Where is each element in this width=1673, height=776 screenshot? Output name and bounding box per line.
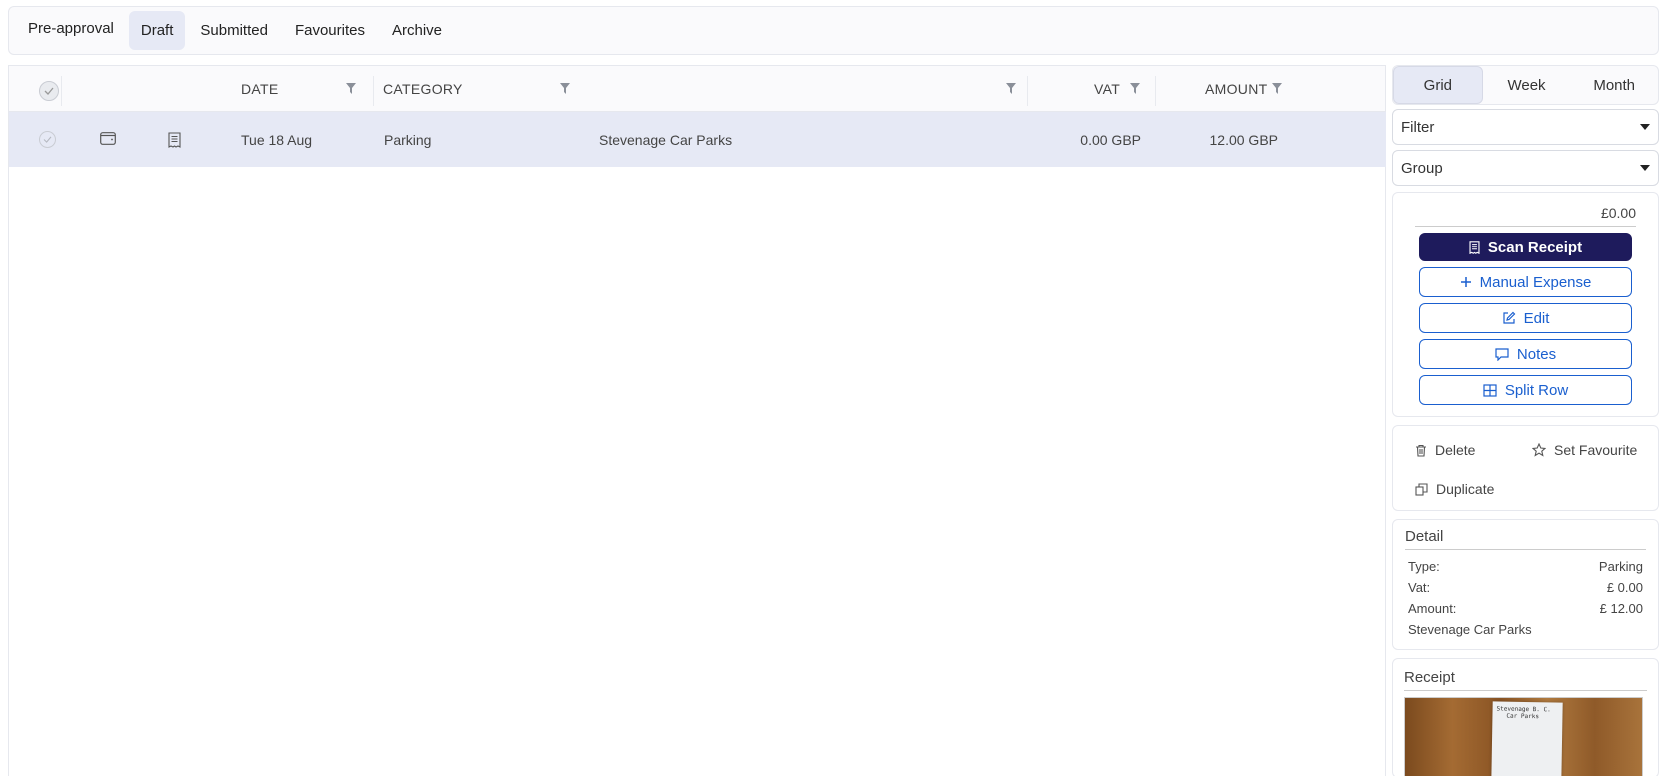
column-header-amount[interactable]: AMOUNT [1205, 66, 1267, 112]
chevron-down-icon [1640, 124, 1650, 130]
tab-draft[interactable]: Draft [128, 11, 186, 50]
cell-category: Parking [384, 131, 432, 148]
set-favourite-label: Set Favourite [1554, 442, 1638, 458]
cell-description: Stevenage Car Parks [599, 131, 733, 148]
column-header-date[interactable]: DATE [241, 66, 279, 112]
delete-button[interactable]: Delete [1415, 442, 1475, 458]
detail-description-row: Stevenage Car Parks [1405, 619, 1646, 640]
edit-icon [1502, 311, 1515, 324]
total-amount: £0.00 [1415, 205, 1636, 227]
detail-vat-row: Vat: £ 0.00 [1405, 577, 1646, 598]
check-icon [43, 136, 52, 143]
filter-category-icon[interactable] [560, 83, 570, 94]
scan-receipt-label: Scan Receipt [1487, 238, 1583, 256]
status-tabs: Pre-approval Draft Submitted Favourites … [8, 6, 1659, 55]
table-row[interactable]: Tue 18 Aug Parking Stevenage Car Parks 0… [9, 112, 1386, 167]
detail-card: Detail Type: Parking Vat: £ 0.00 Amount:… [1392, 519, 1659, 650]
detail-type-label: Type: [1408, 559, 1440, 574]
tab-month[interactable]: Month [1570, 66, 1658, 104]
check-icon [44, 87, 54, 95]
actions-card: £0.00 Scan Receipt Manual Expense Edit N… [1392, 192, 1659, 417]
detail-amount-value: £ 12.00 [1599, 601, 1643, 616]
tab-favourites[interactable]: Favourites [283, 11, 377, 50]
cell-amount: 12.00 GBP [1209, 131, 1279, 148]
receipt-icon [1469, 240, 1480, 254]
tab-pre-approval[interactable]: Pre-approval [16, 9, 126, 48]
star-icon [1532, 443, 1546, 457]
plus-icon [1460, 277, 1471, 287]
manual-expense-button[interactable]: Manual Expense [1419, 267, 1632, 297]
tab-grid[interactable]: Grid [1393, 66, 1483, 104]
detail-vat-label: Vat: [1408, 580, 1431, 595]
tab-archive[interactable]: Archive [380, 11, 454, 50]
trash-icon [1416, 444, 1426, 457]
detail-amount-row: Amount: £ 12.00 [1405, 598, 1646, 619]
receipt-card: Receipt Stevenage B. C. Car Parks [1392, 658, 1659, 776]
receipt-paper: Stevenage B. C. Car Parks [1491, 701, 1563, 776]
filter-dropdown[interactable]: Filter [1392, 109, 1659, 145]
select-all-checkbox[interactable] [39, 81, 59, 101]
receipt-line2: Car Parks [1506, 712, 1540, 721]
table-icon [1483, 383, 1497, 397]
column-header-category[interactable]: CATEGORY [383, 66, 463, 112]
receipt-image[interactable]: Stevenage B. C. Car Parks [1404, 697, 1643, 776]
copy-icon [1415, 482, 1428, 496]
tab-submitted[interactable]: Submitted [188, 11, 280, 50]
detail-type-value: Parking [1598, 559, 1643, 574]
duplicate-button[interactable]: Duplicate [1415, 481, 1494, 497]
filter-description-icon[interactable] [1006, 83, 1016, 94]
split-row-label: Split Row [1504, 381, 1569, 399]
filter-date-icon[interactable] [346, 83, 356, 94]
chevron-down-icon [1640, 165, 1650, 171]
detail-title: Detail [1405, 528, 1646, 550]
scan-receipt-button[interactable]: Scan Receipt [1419, 233, 1632, 261]
row-select-checkbox[interactable] [39, 131, 56, 148]
comment-icon [1495, 347, 1509, 361]
wallet-icon[interactable] [100, 132, 116, 145]
detail-vat-value: £ 0.00 [1606, 580, 1643, 595]
filter-vat-icon[interactable] [1130, 83, 1140, 94]
group-dropdown[interactable]: Group [1392, 150, 1659, 186]
notes-label: Notes [1516, 345, 1557, 363]
view-switcher: Grid Week Month [1392, 65, 1659, 105]
cell-date: Tue 18 Aug [241, 131, 313, 148]
edit-label: Edit [1523, 309, 1550, 327]
tab-week[interactable]: Week [1483, 66, 1571, 104]
column-header-vat[interactable]: VAT [1094, 66, 1120, 112]
duplicate-label: Duplicate [1436, 481, 1495, 497]
notes-button[interactable]: Notes [1419, 339, 1632, 369]
table-header: DATE CATEGORY VAT AMOUNT [9, 66, 1385, 112]
row-actions-card: Delete Set Favourite Duplicate [1392, 425, 1659, 511]
edit-button[interactable]: Edit [1419, 303, 1632, 333]
manual-expense-label: Manual Expense [1479, 273, 1592, 291]
receipt-icon[interactable] [168, 132, 181, 148]
detail-amount-label: Amount: [1408, 601, 1457, 616]
side-panel: Grid Week Month Filter Group £0.00 Scan … [1392, 65, 1659, 776]
filter-amount-icon[interactable] [1272, 83, 1282, 94]
set-favourite-button[interactable]: Set Favourite [1532, 442, 1637, 458]
delete-label: Delete [1435, 442, 1476, 458]
cell-vat: 0.00 GBP [1080, 131, 1141, 148]
detail-type-row: Type: Parking [1405, 556, 1646, 577]
split-row-button[interactable]: Split Row [1419, 375, 1632, 405]
group-dropdown-label: Group [1401, 159, 1443, 177]
expense-table: DATE CATEGORY VAT AMOUNT Tue 18 Aug Park… [8, 65, 1386, 776]
receipt-title: Receipt [1404, 669, 1647, 691]
detail-description: Stevenage Car Parks [1408, 622, 1532, 637]
filter-dropdown-label: Filter [1401, 118, 1435, 136]
